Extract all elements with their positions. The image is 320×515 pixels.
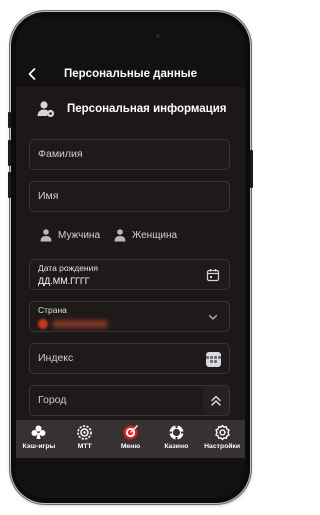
nav-casino[interactable]: Казино: [153, 420, 199, 458]
country-select[interactable]: Страна: [29, 301, 230, 332]
gender-male-option[interactable]: Мужчина: [39, 226, 100, 244]
nav-settings-label: Настройки: [204, 443, 241, 450]
city-placeholder: Город: [38, 394, 67, 406]
male-user-icon: [40, 229, 52, 242]
female-user-icon: [114, 229, 126, 242]
scroll-to-top-button[interactable]: [203, 386, 229, 415]
user-settings-icon: [37, 101, 55, 118]
menu-target-icon: [123, 425, 138, 440]
country-value-blurred: [52, 320, 108, 328]
casino-chip-icon: [169, 425, 184, 440]
nav-cash-games-label: Кэш-игры: [22, 443, 56, 450]
gender-male-label: Мужчина: [58, 229, 101, 241]
keyboard-icon[interactable]: [206, 352, 221, 367]
birthdate-placeholder: ДД.ММ.ГГГГ: [38, 276, 90, 286]
home-indicator-area: [16, 458, 245, 498]
header-bar: Персональные данные: [16, 63, 245, 87]
phone-volume-up-button: [8, 140, 11, 166]
city-field[interactable]: Город: [29, 385, 230, 416]
settings-gear-icon: [214, 424, 230, 441]
birthdate-field[interactable]: Дата рождения ДД.ММ.ГГГГ: [29, 259, 230, 290]
calendar-icon[interactable]: [206, 268, 220, 282]
gender-female-label: Женщина: [132, 229, 178, 241]
nav-casino-label: Казино: [164, 443, 189, 450]
double-chevron-up-icon: [211, 395, 221, 406]
nav-menu[interactable]: Меню: [108, 420, 154, 458]
nav-settings[interactable]: Настройки: [199, 420, 245, 458]
bottom-nav: Кэш-игры МТТ Меню Казино Настройки: [16, 420, 245, 458]
section-title: Персональная информация: [67, 103, 227, 115]
surname-field[interactable]: Фамилия: [29, 139, 230, 170]
front-camera: [154, 32, 162, 40]
country-flag-icon: [38, 319, 48, 329]
mtt-icon: [77, 425, 92, 440]
name-placeholder: Имя: [38, 190, 59, 202]
page-title: Персональные данные: [64, 68, 197, 80]
gender-female-option[interactable]: Женщина: [113, 226, 177, 244]
name-field[interactable]: Имя: [29, 181, 230, 212]
nav-menu-label: Меню: [120, 443, 141, 450]
nav-mtt-label: МТТ: [77, 443, 92, 450]
phone-side-button: [8, 112, 11, 128]
surname-placeholder: Фамилия: [38, 148, 83, 160]
section-header: Персональная информация: [36, 97, 227, 121]
cash-games-icon: [31, 425, 46, 439]
nav-cash-games[interactable]: Кэш-игры: [16, 420, 62, 458]
chevron-down-icon: [208, 314, 218, 320]
phone-power-button: [250, 150, 253, 188]
status-bar: [16, 17, 245, 63]
phone-volume-down-button: [8, 172, 11, 198]
nav-mtt[interactable]: МТТ: [62, 420, 108, 458]
birthdate-label: Дата рождения: [38, 263, 98, 273]
country-label: Страна: [38, 305, 67, 315]
index-placeholder: Индекс: [38, 352, 74, 364]
app-screen: Персональные данные Персональная информа…: [16, 17, 245, 498]
index-field[interactable]: Индекс: [29, 343, 230, 374]
